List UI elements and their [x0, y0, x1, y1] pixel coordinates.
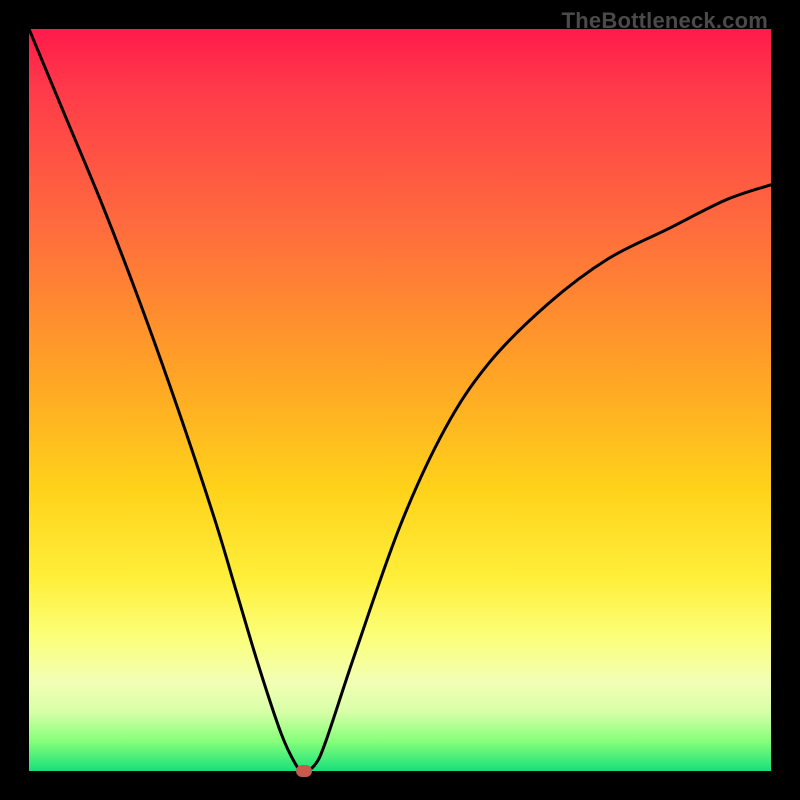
plot-area: [29, 29, 771, 771]
curve-svg: [29, 29, 771, 771]
bottleneck-curve: [29, 29, 771, 771]
chart-frame: TheBottleneck.com: [0, 0, 800, 800]
optimal-marker: [296, 765, 312, 777]
